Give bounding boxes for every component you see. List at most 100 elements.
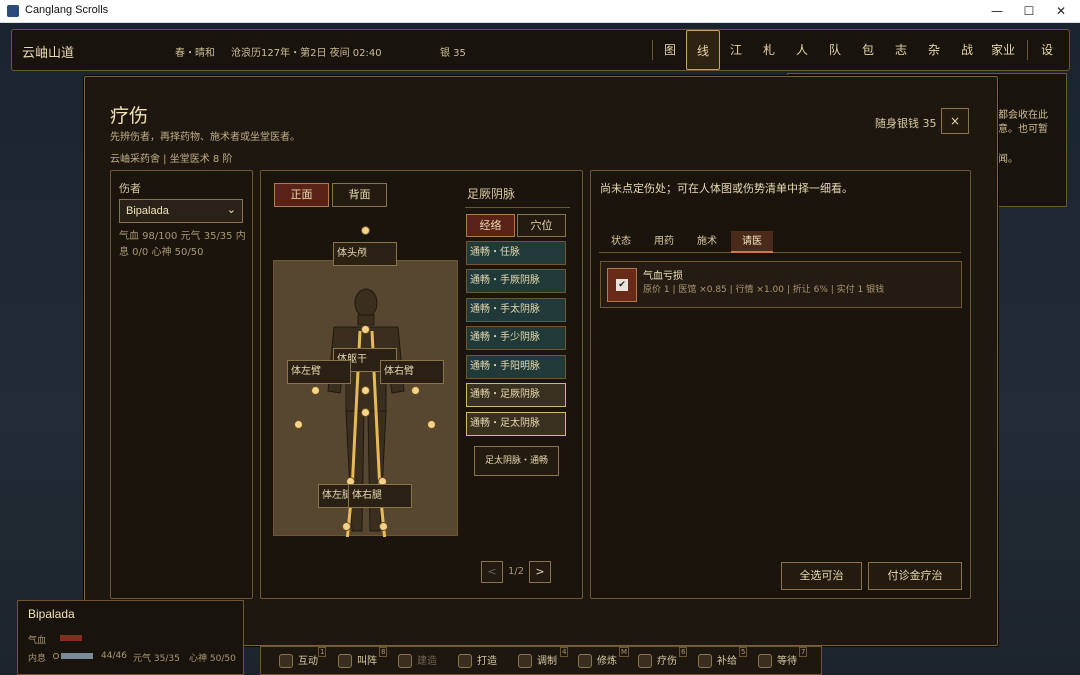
hotkey-badge: 4 (560, 647, 569, 657)
acupoint-marker[interactable] (311, 386, 320, 395)
acupoint-marker[interactable] (411, 386, 420, 395)
front-view-button[interactable]: 正面 (274, 183, 329, 207)
action-forge[interactable]: 打造 (458, 652, 497, 668)
body-part-right-arm[interactable]: 体右臂 (380, 360, 444, 384)
action-challenge[interactable]: 叫阵 (338, 652, 377, 668)
acupoint-marker[interactable] (361, 325, 370, 334)
carried-money: 随身银钱 35 (875, 117, 937, 130)
dialog-subtitle: 先辨伤者，再择药物、施术者或坐堂医者。 (110, 132, 300, 143)
nav-misc[interactable]: 杂 (919, 30, 949, 70)
acupoint-marker[interactable] (379, 522, 388, 531)
body-part-right-leg[interactable]: 体右腿 (348, 484, 412, 508)
item-checkbox-frame[interactable]: ✔ (607, 268, 637, 302)
body-part-head[interactable]: 体头颅 (333, 242, 397, 266)
hp-bar (60, 635, 82, 641)
nav-team[interactable]: 队 (820, 30, 850, 70)
hotkey-badge: 7 (799, 647, 808, 657)
date-label: 沧浪历127年・第2日 夜间 02:40 (231, 48, 382, 59)
acupoint-marker[interactable] (361, 408, 370, 417)
hotkey-badge: 8 (379, 647, 388, 657)
acupoint-marker[interactable] (342, 522, 351, 531)
acupoint-marker[interactable] (427, 420, 436, 429)
prev-page-button[interactable]: < (481, 561, 503, 583)
tab-physician[interactable]: 请医 (731, 231, 773, 253)
action-brew[interactable]: 调制 (518, 652, 557, 668)
action-label: 补给 (717, 656, 737, 667)
patient-stats: 气血 98/100 元气 35/35 内息 0/0 心神 50/50 (119, 231, 246, 258)
tab-technique[interactable]: 施术 (686, 231, 728, 253)
xinshen-value: 心神 50/50 (189, 654, 236, 664)
nav-divider (1027, 40, 1028, 60)
nav-journal[interactable]: 志 (886, 30, 916, 70)
yuanqi-value: 元气 35/35 (133, 654, 180, 664)
action-label: 互动 (298, 656, 318, 667)
mortar-icon (518, 654, 532, 668)
action-label: 调制 (537, 656, 557, 667)
patient-label: 伤者 (119, 182, 141, 195)
tab-status[interactable]: 状态 (600, 231, 642, 253)
window-title: Canglang Scrolls (25, 4, 109, 16)
anvil-icon (458, 654, 472, 668)
meridian-item[interactable]: 通畅・足厥阴脉 (466, 383, 566, 407)
nav-clues[interactable]: 线 (686, 30, 720, 70)
meridian-item[interactable]: 通畅・手厥阴脉 (466, 269, 566, 293)
meridian-item[interactable]: 通畅・手少阴脉 (466, 326, 566, 350)
eye-icon (578, 654, 592, 668)
nav-bag[interactable]: 包 (853, 30, 883, 70)
neixi-bar (61, 653, 93, 659)
character-card: Bipalada 气血 内息 44/46 元气 35/35 心神 50/50 (17, 600, 244, 675)
action-heal[interactable]: 疗伤 (638, 652, 677, 668)
tab-meridians[interactable]: 经络 (466, 214, 515, 237)
action-wait[interactable]: 等待 (758, 652, 797, 668)
back-view-button[interactable]: 背面 (332, 183, 387, 207)
meridian-title: 足厥阴脉 (467, 187, 516, 201)
select-all-button[interactable]: 全选可治 (781, 562, 862, 590)
checkbox-checked-icon[interactable]: ✔ (616, 279, 628, 291)
close-window-button[interactable]: ✕ (1042, 0, 1080, 23)
treatment-hint: 尚未点定伤处；可在人体图或伤势清单中择一细看。 (600, 182, 853, 195)
pay-treat-button[interactable]: 付诊金疗治 (868, 562, 962, 590)
tab-medicine[interactable]: 用药 (643, 231, 685, 253)
nav-estate[interactable]: 家业 (985, 30, 1021, 70)
app-icon (7, 5, 19, 17)
hotkey-badge: M (619, 647, 630, 657)
close-dialog-button[interactable]: × (941, 108, 969, 134)
meridian-item[interactable]: 通畅・手太阴脉 (466, 298, 566, 322)
action-build[interactable]: 建造 (398, 652, 437, 668)
nav-people[interactable]: 人 (787, 30, 817, 70)
nav-notes[interactable]: 札 (754, 30, 784, 70)
action-label: 疗伤 (657, 656, 677, 667)
treatment-item[interactable]: ✔ 气血亏损 原价 1 | 医馆 ×0.85 | 行情 ×1.00 | 折让 6… (600, 261, 962, 308)
neixi-icon (53, 653, 59, 659)
action-cultivate[interactable]: 修炼 (578, 652, 617, 668)
acupoint-marker[interactable] (361, 226, 370, 235)
action-supply[interactable]: 补给 (698, 652, 737, 668)
tab-acupoints[interactable]: 穴位 (517, 214, 566, 237)
selected-meridian[interactable]: 足太阴脉・通畅 (474, 446, 559, 476)
neixi-value: 44/46 (101, 651, 127, 661)
item-price-detail: 原价 1 | 医馆 ×0.85 | 行情 ×1.00 | 折让 6% | 实付 … (643, 285, 885, 295)
body-part-left-arm[interactable]: 体左臂 (287, 360, 351, 384)
action-label: 等待 (777, 656, 797, 667)
acupoint-marker[interactable] (294, 420, 303, 429)
neixi-label: 内息 (28, 654, 47, 664)
nav-settings[interactable]: 设 (1032, 30, 1062, 70)
meridian-item[interactable]: 通畅・手阳明脉 (466, 355, 566, 379)
clinic-info: 云岫采药舍 | 坐堂医术 8 阶 (110, 154, 233, 165)
page-indicator: 1/2 (508, 566, 525, 577)
meridian-item[interactable]: 通畅・任脉 (466, 241, 566, 265)
nav-battle[interactable]: 战 (952, 30, 982, 70)
hourglass-icon (758, 654, 772, 668)
nav-map[interactable]: 图 (655, 30, 685, 70)
hammer-icon (398, 654, 412, 668)
action-label: 打造 (477, 656, 497, 667)
next-page-button[interactable]: > (529, 561, 551, 583)
action-interact[interactable]: 互动 (279, 652, 318, 668)
meridian-item[interactable]: 通畅・足太阴脉 (466, 412, 566, 436)
nav-jianghu[interactable]: 江 (721, 30, 751, 70)
acupoint-marker[interactable] (361, 386, 370, 395)
patient-select-value: Bipalada (126, 205, 169, 217)
patient-select[interactable]: Bipalada ⌄ (119, 199, 243, 223)
message-line: 闻。 (998, 154, 1018, 165)
dialog-title: 疗伤 (110, 105, 149, 127)
